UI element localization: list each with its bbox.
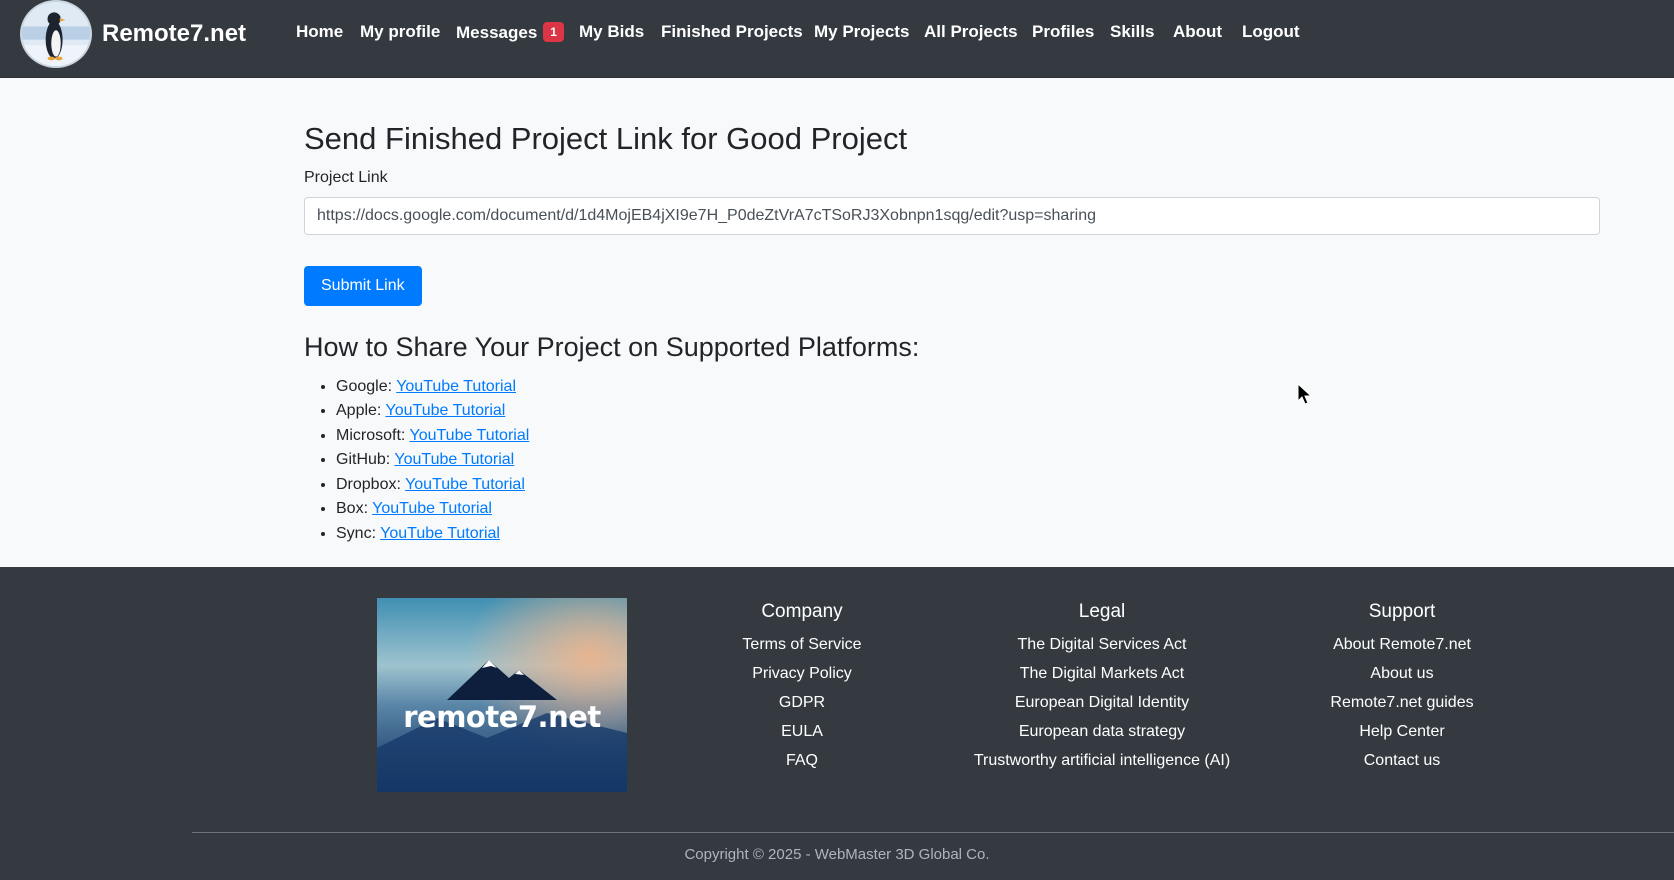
footer-divider [192,832,1674,833]
footer-logo-image: remote7.net [377,598,627,792]
messages-count-badge: 1 [543,22,564,42]
footer-link-privacy-policy[interactable]: Privacy Policy [652,659,952,688]
footer-heading: Company [761,601,843,622]
footer-link-about-remote7[interactable]: About Remote7.net [1252,630,1552,659]
copyright-text: Copyright © 2025 - WebMaster 3D Global C… [684,846,990,863]
footer-column-legal: Legal The Digital Services Act The Digit… [952,598,1252,775]
top-navbar: Remote7.net Home My profile Messages 1 My… [0,0,1674,78]
project-link-input[interactable] [304,197,1600,236]
project-link-label: Project Link [304,169,388,187]
page-title: Send Finished Project Link for Good Proj… [304,121,908,156]
nav-my-profile[interactable]: My profile [360,22,440,42]
footer-link-eula[interactable]: EULA [652,717,952,746]
footer: remote7.net Company Terms of Service Pri… [0,567,1674,880]
footer-link-faq[interactable]: FAQ [652,746,952,775]
footer-heading: Support [1368,601,1436,622]
nav-messages-label: Messages [456,23,538,42]
footer-link-guides[interactable]: Remote7.net guides [1252,688,1552,717]
nav-about[interactable]: About [1173,22,1222,42]
nav-skills[interactable]: Skills [1110,22,1154,42]
list-item: GitHub: YouTube Tutorial [336,448,1600,473]
list-item: Dropbox: YouTube Tutorial [336,473,1600,498]
nav-messages[interactable]: Messages 1 [456,22,564,43]
penguin-logo-icon [20,0,92,68]
nav-my-bids[interactable]: My Bids [579,22,644,42]
youtube-tutorial-link-sync[interactable]: YouTube Tutorial [380,525,500,542]
nav-logout[interactable]: Logout [1242,22,1300,42]
youtube-tutorial-link-apple[interactable]: YouTube Tutorial [386,402,506,419]
main-content: Send Finished Project Link for Good Proj… [304,120,1600,546]
list-item: Sync: YouTube Tutorial [336,522,1600,547]
footer-link-contact-us[interactable]: Contact us [1252,746,1552,775]
list-item: Microsoft: YouTube Tutorial [336,424,1600,449]
youtube-tutorial-link-microsoft[interactable]: YouTube Tutorial [410,427,530,444]
list-item: Google: YouTube Tutorial [336,375,1600,400]
brand-name: Remote7.net [102,20,247,47]
list-item: Apple: YouTube Tutorial [336,399,1600,424]
youtube-tutorial-link-google[interactable]: YouTube Tutorial [396,378,516,395]
platform-name: Sync: [336,524,377,542]
footer-link-about-us[interactable]: About us [1252,659,1552,688]
footer-column-support: Support About Remote7.net About us Remot… [1252,598,1552,775]
platform-name: Dropbox: [336,475,401,493]
footer-link-digital-services-act[interactable]: The Digital Services Act [952,630,1252,659]
share-section-title: How to Share Your Project on Supported P… [304,332,920,363]
nav-profiles[interactable]: Profiles [1032,22,1094,42]
footer-heading: Legal [1078,601,1126,622]
footer-link-terms-of-service[interactable]: Terms of Service [652,630,952,659]
nav-finished-projects[interactable]: Finished Projects [661,22,803,42]
footer-logo-text: remote7.net [403,700,601,734]
footer-link-european-data-strategy[interactable]: European data strategy [952,717,1252,746]
footer-link-gdpr[interactable]: GDPR [652,688,952,717]
footer-link-digital-markets-act[interactable]: The Digital Markets Act [952,659,1252,688]
footer-link-trustworthy-ai[interactable]: Trustworthy artificial intelligence (AI) [952,746,1252,775]
platform-name: Apple: [336,402,382,420]
platform-name: Box: [336,500,369,518]
platform-name: Google: [336,377,393,395]
nav-all-projects[interactable]: All Projects [924,22,1018,42]
submit-link-button[interactable]: Submit Link [304,266,422,307]
platform-name: GitHub: [336,451,391,469]
list-item: Box: YouTube Tutorial [336,497,1600,522]
youtube-tutorial-link-github[interactable]: YouTube Tutorial [394,451,514,468]
footer-link-european-digital-identity[interactable]: European Digital Identity [952,688,1252,717]
youtube-tutorial-link-box[interactable]: YouTube Tutorial [372,500,492,517]
footer-column-company: Company Terms of Service Privacy Policy … [652,598,952,775]
nav-my-projects[interactable]: My Projects [814,22,909,42]
brand-link[interactable]: Remote7.net [20,0,246,68]
mouse-cursor-icon [1297,383,1313,405]
footer-link-help-center[interactable]: Help Center [1252,717,1552,746]
nav-home[interactable]: Home [296,22,343,42]
youtube-tutorial-link-dropbox[interactable]: YouTube Tutorial [405,476,525,493]
platform-list: Google: YouTube Tutorial Apple: YouTube … [304,375,1600,547]
platform-name: Microsoft: [336,426,406,444]
